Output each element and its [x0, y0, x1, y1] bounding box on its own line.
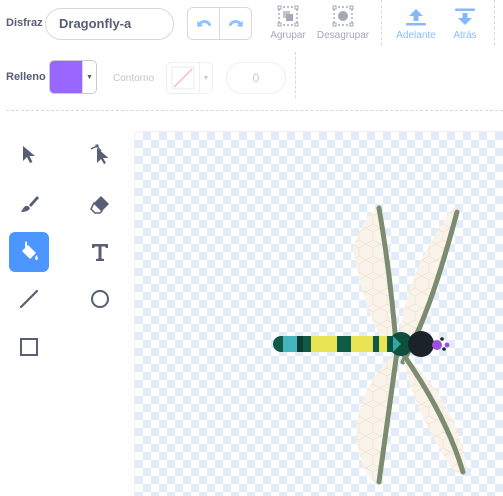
outline-color-picker[interactable]: ▼ — [166, 62, 213, 94]
group-label: Agrupar — [270, 30, 306, 41]
toolbar-divider — [381, 0, 382, 45]
rectangle-icon — [20, 338, 38, 356]
redo-icon — [228, 19, 243, 27]
circle-icon — [91, 290, 109, 308]
fill-color-picker[interactable]: ▼ — [49, 60, 97, 94]
group-icon — [277, 5, 299, 27]
caret-down-icon: ▼ — [86, 73, 93, 81]
header-divider — [6, 110, 503, 111]
dragonfly-costume — [273, 205, 467, 485]
reshape-tool[interactable] — [80, 134, 120, 174]
ungroup-icon — [332, 5, 354, 27]
toolbar-divider-right — [494, 0, 495, 45]
undo-icon — [196, 19, 211, 27]
wing-lower-right — [400, 351, 467, 475]
fill-label: Relleno — [6, 71, 46, 83]
redo-button[interactable] — [219, 8, 251, 39]
select-tool[interactable] — [9, 134, 49, 174]
text-icon — [92, 244, 108, 261]
backward-button[interactable]: Atrás — [446, 7, 484, 41]
eraser-tool[interactable] — [80, 184, 120, 224]
reshape-icon — [90, 144, 109, 164]
undo-redo-group — [187, 7, 252, 40]
dragonfly-head — [389, 331, 450, 357]
circle-tool[interactable] — [80, 279, 120, 319]
fill-color-swatch — [50, 61, 83, 93]
costume-label: Disfraz — [6, 17, 43, 29]
arrow-down-icon — [455, 8, 475, 25]
costume-name-input[interactable]: Dragonfly-a — [45, 8, 174, 40]
outline-label: Contorno — [113, 73, 155, 84]
rectangle-tool[interactable] — [9, 327, 49, 367]
brush-tool[interactable] — [9, 184, 49, 224]
row-divider — [295, 52, 296, 98]
backward-label: Atrás — [453, 30, 477, 41]
stroke-width-input[interactable]: 0 — [226, 62, 286, 94]
wing-lower-left — [356, 349, 400, 485]
line-tool[interactable] — [9, 279, 49, 319]
group-button[interactable]: Agrupar — [268, 5, 308, 41]
ungroup-button[interactable]: Desagrupar — [316, 5, 370, 41]
line-icon — [19, 289, 39, 309]
paint-canvas[interactable] — [134, 131, 503, 496]
pointer-icon — [23, 146, 35, 163]
forward-button[interactable]: Adelante — [394, 7, 438, 41]
fill-tool[interactable] — [9, 232, 49, 272]
wing-upper-left — [353, 205, 400, 359]
ungroup-label: Desagrupar — [316, 30, 370, 41]
caret-down-icon: ▼ — [202, 74, 210, 82]
arrow-up-icon — [406, 9, 426, 26]
paint-bucket-icon — [22, 241, 38, 260]
text-tool[interactable] — [80, 232, 120, 272]
dragonfly-body — [273, 336, 399, 352]
eraser-icon — [90, 196, 109, 214]
outline-color-swatch — [167, 63, 200, 93]
forward-label: Adelante — [396, 30, 436, 41]
brush-icon — [21, 196, 39, 212]
no-color-icon — [171, 66, 195, 90]
undo-button[interactable] — [188, 8, 219, 39]
